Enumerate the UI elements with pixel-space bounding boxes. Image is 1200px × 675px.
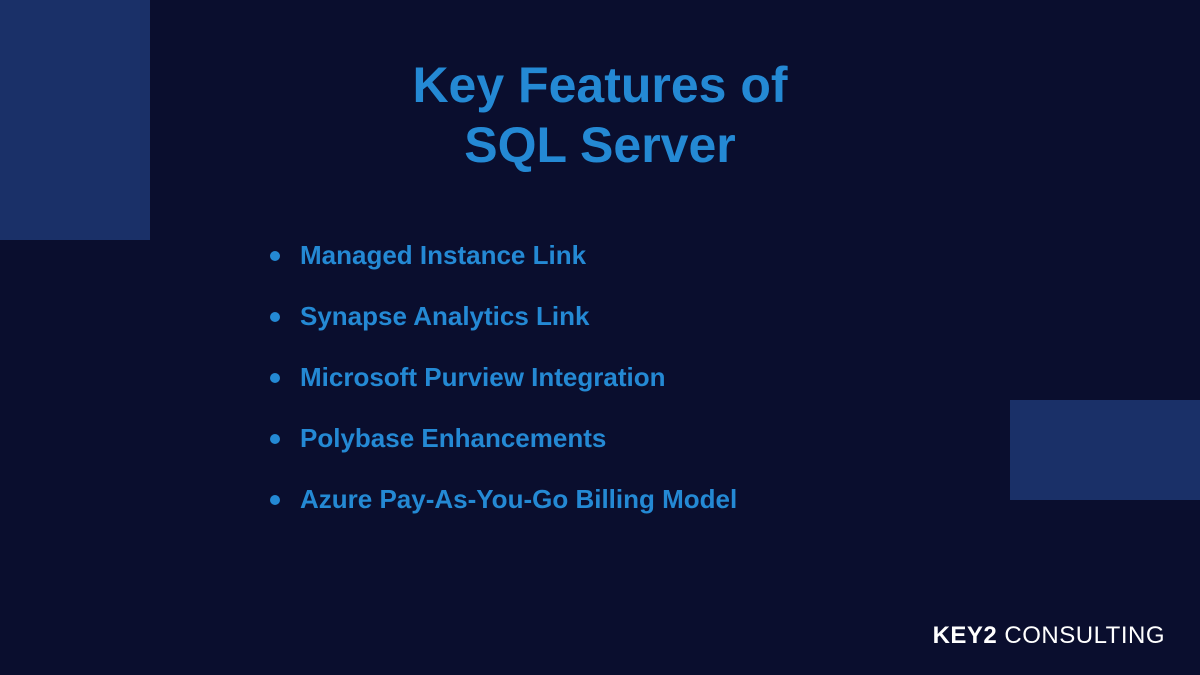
- list-item: Azure Pay-As-You-Go Billing Model: [270, 484, 737, 515]
- brand-logo: KEY2 CONSULTING: [933, 622, 1165, 650]
- brand-name-light: CONSULTING: [997, 622, 1165, 649]
- list-item: Synapse Analytics Link: [270, 301, 737, 332]
- feature-list: Managed Instance Link Synapse Analytics …: [270, 240, 737, 545]
- feature-text: Azure Pay-As-You-Go Billing Model: [300, 484, 737, 514]
- brand-name-bold: KEY2: [933, 622, 998, 649]
- feature-text: Polybase Enhancements: [300, 423, 606, 453]
- list-item: Polybase Enhancements: [270, 423, 737, 454]
- feature-text: Synapse Analytics Link: [300, 301, 589, 331]
- title-line-2: SQL Server: [464, 117, 735, 173]
- decorative-shape-right: [1010, 400, 1200, 500]
- list-item: Microsoft Purview Integration: [270, 362, 737, 393]
- feature-text: Managed Instance Link: [300, 240, 586, 270]
- list-item: Managed Instance Link: [270, 240, 737, 271]
- title-line-1: Key Features of: [412, 57, 787, 113]
- slide-title: Key Features of SQL Server: [0, 55, 1200, 175]
- feature-text: Microsoft Purview Integration: [300, 362, 666, 392]
